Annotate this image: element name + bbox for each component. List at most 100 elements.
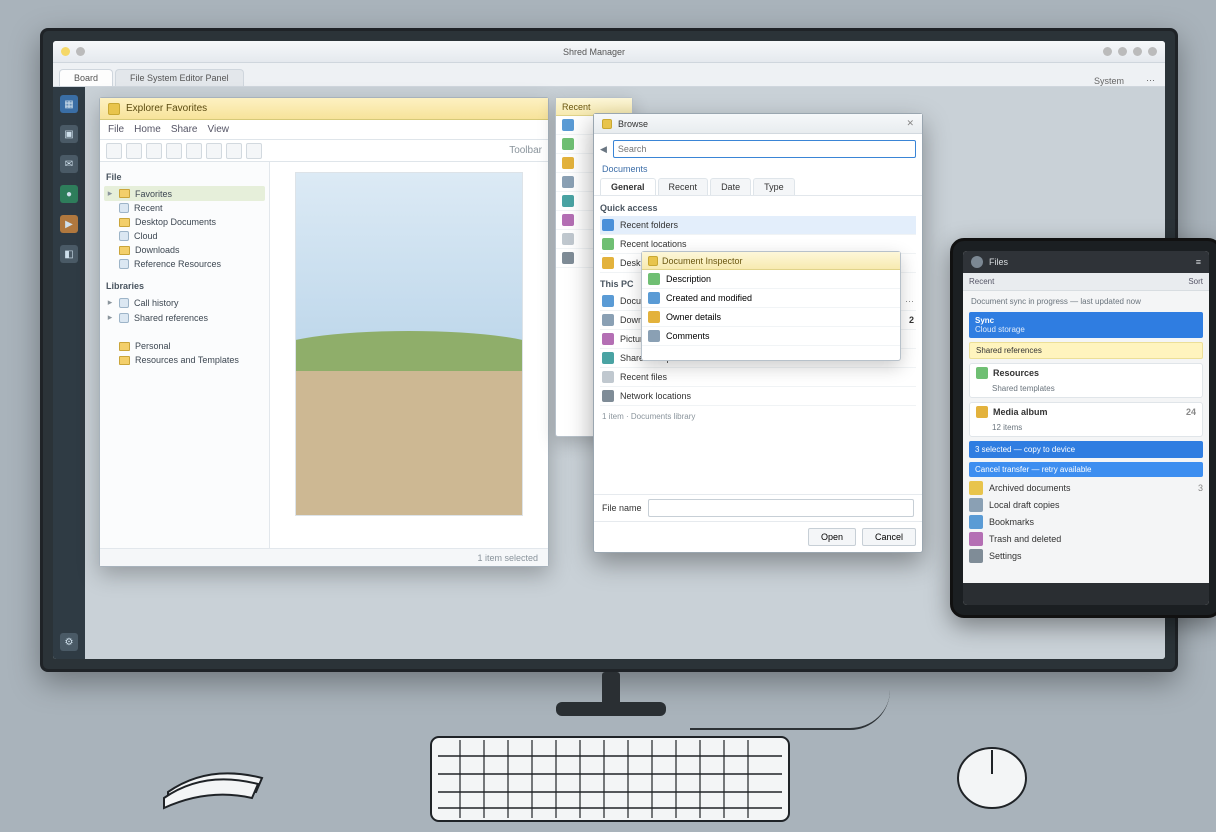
list-row[interactable]: Recent folders — [600, 216, 916, 235]
subhead-right[interactable]: Sort — [1188, 277, 1203, 286]
tablet-card[interactable]: Media album24 12 items — [969, 402, 1203, 437]
list-row-label: Recent files — [620, 372, 667, 382]
tab-date[interactable]: Date — [710, 178, 751, 195]
taskbar-browser-icon[interactable]: ● — [60, 185, 78, 203]
dialog-address[interactable]: Documents — [594, 164, 922, 178]
tree-item[interactable]: ▸Shared references — [104, 310, 265, 325]
folder-icon — [602, 371, 614, 383]
tablet-list-item[interactable]: Trash and deleted — [969, 532, 1203, 546]
back-icon[interactable]: ◀ — [600, 144, 607, 155]
dialog-titlebar[interactable]: Browse ✕ — [594, 114, 922, 134]
volume-icon[interactable] — [1133, 47, 1142, 56]
tree-item[interactable]: Personal — [104, 339, 265, 353]
toolbar-forward-icon[interactable] — [126, 143, 142, 159]
tab-general[interactable]: General — [600, 178, 656, 195]
tree-item-label: Personal — [135, 341, 171, 351]
tree-item-label: Downloads — [135, 245, 180, 255]
tablet-action-row[interactable]: Cancel transfer — retry available — [969, 462, 1203, 477]
toolbar-back-icon[interactable] — [106, 143, 122, 159]
system-tray-icon[interactable] — [1103, 47, 1112, 56]
square-icon — [976, 406, 988, 418]
explorer-titlebar[interactable]: Explorer Favorites — [100, 98, 548, 120]
taskbar-apps-icon[interactable]: ▦ — [60, 95, 78, 113]
card-subtitle: Shared templates — [970, 382, 1202, 397]
close-icon[interactable]: ✕ — [906, 118, 914, 129]
panel-row[interactable]: Owner details — [642, 308, 900, 327]
folder-icon — [969, 481, 983, 495]
tree-item[interactable]: Reference Resources — [104, 257, 265, 271]
tree-item[interactable]: Cloud — [104, 229, 265, 243]
tree-favorites-header[interactable]: ▸ Favorites — [104, 186, 265, 201]
search-input[interactable] — [613, 140, 916, 158]
panel-row[interactable]: Comments — [642, 327, 900, 346]
tree-item[interactable]: ▸Call history — [104, 295, 265, 310]
trash-icon — [969, 532, 983, 546]
menu-home[interactable]: Home — [134, 124, 161, 135]
list-item-label: Bookmarks — [989, 517, 1034, 527]
toolbar-up-icon[interactable] — [146, 143, 162, 159]
list-item-label: Local draft copies — [989, 500, 1060, 510]
tree-item[interactable]: Desktop Documents — [104, 215, 265, 229]
menu-share[interactable]: Share — [171, 124, 198, 135]
inspector-header[interactable]: Document Inspector — [642, 252, 900, 270]
square-icon — [562, 195, 574, 207]
toolbar-cut-icon[interactable] — [226, 143, 242, 159]
tablet-highlight-row[interactable]: Shared references — [969, 342, 1203, 359]
taskbar-files-icon[interactable]: ▣ — [60, 125, 78, 143]
taskbar-media-icon[interactable]: ▶ — [60, 215, 78, 233]
toolbar-copy-icon[interactable] — [186, 143, 202, 159]
tablet-list-item[interactable]: Local draft copies — [969, 498, 1203, 512]
folder-icon — [602, 295, 614, 307]
tablet-card[interactable]: Resources Shared templates — [969, 363, 1203, 398]
window-minimize-icon[interactable] — [61, 47, 70, 56]
taskbar-settings-icon[interactable]: ⚙ — [60, 633, 78, 651]
tab-file-editor[interactable]: File System Editor Panel — [115, 69, 244, 86]
folder-icon — [648, 256, 658, 266]
tablet-list-item[interactable]: Settings — [969, 549, 1203, 563]
count-badge: 24 — [1186, 407, 1196, 417]
menu-icon[interactable]: ≡ — [1196, 257, 1201, 267]
window-restore-icon[interactable] — [76, 47, 85, 56]
panel-row[interactable]: Created and modified — [642, 289, 900, 308]
file-explorer-window: Explorer Favorites File Home Share View — [99, 97, 549, 567]
list-row-label: Network locations — [620, 391, 691, 401]
tree-item-label: Cloud — [134, 231, 158, 241]
tablet-selected-card[interactable]: Sync Cloud storage — [969, 312, 1203, 338]
subhead-left[interactable]: Recent — [969, 277, 994, 286]
tablet-list-item[interactable]: Bookmarks — [969, 515, 1203, 529]
toolbar-label: Toolbar — [509, 145, 542, 156]
panel-row[interactable]: Description — [642, 270, 900, 289]
cancel-button[interactable]: Cancel — [862, 528, 916, 546]
clock-icon[interactable] — [1148, 47, 1157, 56]
network-icon[interactable] — [1118, 47, 1127, 56]
tab-type[interactable]: Type — [753, 178, 795, 195]
list-row[interactable]: Network locations — [600, 387, 916, 406]
tablet-list-item[interactable]: Archived documents3 — [969, 481, 1203, 495]
taskbar-item-icon[interactable]: ◧ — [60, 245, 78, 263]
folder-icon — [602, 314, 614, 326]
tabbar-system-label[interactable]: System — [1084, 76, 1134, 86]
explorer-toolbar: Toolbar — [100, 140, 548, 162]
tablet-action-row[interactable]: 3 selected — copy to device — [969, 441, 1203, 458]
tree-item[interactable]: Recent — [104, 201, 265, 215]
list-item-label: Settings — [989, 551, 1022, 561]
tab-board[interactable]: Board — [59, 69, 113, 86]
tree-item-label: Shared references — [134, 313, 208, 323]
menu-file[interactable]: File — [108, 124, 124, 135]
tablet-note: Document sync in progress — last updated… — [963, 295, 1209, 308]
toolbar-delete-icon[interactable] — [246, 143, 262, 159]
list-row[interactable]: Recent files — [600, 368, 916, 387]
filename-input[interactable] — [648, 499, 914, 517]
avatar-icon[interactable] — [971, 256, 983, 268]
panel-row-label: Description — [666, 274, 711, 284]
explorer-preview-pane — [270, 162, 548, 548]
tree-item[interactable]: Downloads — [104, 243, 265, 257]
toolbar-paste-icon[interactable] — [206, 143, 222, 159]
toolbar-refresh-icon[interactable] — [166, 143, 182, 159]
menu-view[interactable]: View — [208, 124, 230, 135]
open-button[interactable]: Open — [808, 528, 856, 546]
card-title: Media album — [993, 407, 1048, 417]
tab-recent[interactable]: Recent — [658, 178, 709, 195]
taskbar-mail-icon[interactable]: ✉ — [60, 155, 78, 173]
tree-item[interactable]: Resources and Templates — [104, 353, 265, 367]
